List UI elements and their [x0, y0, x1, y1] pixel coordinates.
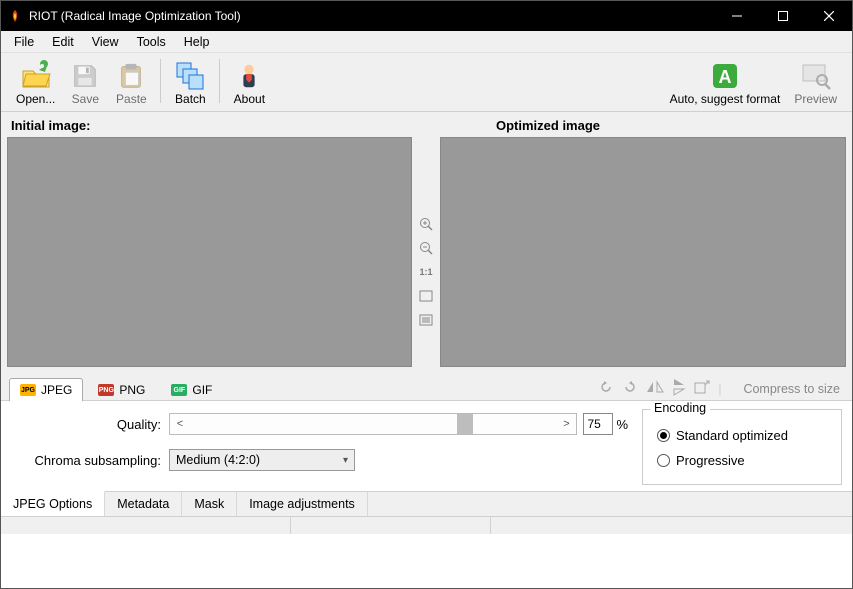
image-panes: Initial image: Optimized image 1:1	[1, 112, 852, 373]
quality-label: Quality:	[11, 417, 169, 432]
zoom-actual-button[interactable]: 1:1	[417, 263, 435, 281]
menu-view[interactable]: View	[83, 33, 128, 51]
batch-icon	[174, 60, 206, 92]
tab-gif[interactable]: GIF GIF	[160, 378, 223, 401]
menubar: File Edit View Tools Help	[1, 31, 852, 53]
standard-label: Standard optimized	[676, 428, 788, 443]
toolbar-separator	[219, 59, 220, 103]
preview-button[interactable]: Preview	[787, 57, 844, 109]
radio-icon	[657, 454, 670, 467]
fit-window-button[interactable]	[417, 287, 435, 305]
encoding-legend: Encoding	[650, 401, 710, 415]
png-icon: PNG	[98, 384, 114, 396]
window-title: RIOT (Radical Image Optimization Tool)	[29, 9, 714, 23]
zoom-out-button[interactable]	[417, 239, 435, 257]
rotate-cw-icon[interactable]	[622, 379, 638, 398]
radio-standard[interactable]: Standard optimized	[657, 428, 827, 443]
status-cell-3	[491, 517, 852, 534]
gif-icon: GIF	[171, 384, 187, 396]
paste-icon	[115, 60, 147, 92]
statusbar	[1, 516, 852, 534]
about-icon	[233, 60, 265, 92]
chroma-value: Medium (4:2:0)	[176, 453, 260, 467]
batch-button[interactable]: Batch	[167, 57, 213, 109]
maximize-button[interactable]	[760, 1, 806, 31]
initial-image-label: Initial image:	[11, 118, 416, 133]
resize-icon[interactable]	[694, 380, 710, 397]
slider-left-arrow[interactable]: <	[170, 418, 190, 430]
tab-mask[interactable]: Mask	[182, 492, 237, 516]
radio-progressive[interactable]: Progressive	[657, 453, 827, 468]
tab-jpeg[interactable]: JPG JPEG	[9, 378, 83, 401]
open-folder-icon	[20, 60, 52, 92]
about-label: About	[234, 92, 265, 106]
batch-label: Batch	[175, 92, 206, 106]
auto-label: Auto, suggest format	[670, 92, 781, 106]
save-label: Save	[72, 92, 99, 106]
fit-image-button[interactable]	[417, 311, 435, 329]
open-button[interactable]: Open...	[9, 57, 62, 109]
preview-label: Preview	[794, 92, 837, 106]
status-cell-2	[291, 517, 491, 534]
quality-input[interactable]	[583, 413, 613, 435]
save-button[interactable]: Save	[62, 57, 108, 109]
toolbar: Open... Save Paste Batch About A Auto, s…	[1, 53, 852, 112]
menu-help[interactable]: Help	[175, 33, 219, 51]
rotate-ccw-icon[interactable]	[598, 379, 614, 398]
paste-button[interactable]: Paste	[108, 57, 154, 109]
tab-jpeg-options[interactable]: JPEG Options	[1, 491, 105, 516]
progressive-label: Progressive	[676, 453, 745, 468]
paste-label: Paste	[116, 92, 147, 106]
bottom-tabs: JPEG Options Metadata Mask Image adjustm…	[1, 491, 852, 516]
slider-thumb[interactable]	[457, 414, 473, 434]
slider-right-arrow[interactable]: >	[556, 418, 576, 430]
minimize-button[interactable]	[714, 1, 760, 31]
titlebar: RIOT (Radical Image Optimization Tool)	[1, 1, 852, 31]
options-panel: Quality: < > % Chroma subsampling: Mediu…	[1, 401, 852, 491]
app-icon	[7, 8, 23, 24]
jpeg-icon: JPG	[20, 384, 36, 396]
menu-tools[interactable]: Tools	[128, 33, 175, 51]
tab-png[interactable]: PNG PNG	[87, 378, 156, 401]
status-cell-1	[1, 517, 291, 534]
auto-suggest-button[interactable]: A Auto, suggest format	[663, 57, 788, 109]
open-label: Open...	[16, 92, 55, 106]
chroma-label: Chroma subsampling:	[11, 453, 169, 468]
tab-png-label: PNG	[119, 383, 145, 397]
tab-image-adjustments[interactable]: Image adjustments	[237, 492, 368, 516]
toolbar-separator	[160, 59, 161, 103]
tab-metadata[interactable]: Metadata	[105, 492, 182, 516]
auto-icon: A	[709, 60, 741, 92]
svg-text:A: A	[718, 67, 731, 87]
initial-image-pane	[7, 137, 412, 367]
compress-to-size-link[interactable]: Compress to size	[743, 382, 840, 396]
optimized-image-label: Optimized image	[416, 118, 842, 133]
preview-icon	[800, 60, 832, 92]
save-icon	[69, 60, 101, 92]
percent-label: %	[616, 417, 628, 432]
quality-slider[interactable]: < >	[169, 413, 577, 435]
chevron-down-icon: ▾	[343, 455, 348, 466]
menu-file[interactable]: File	[5, 33, 43, 51]
menu-edit[interactable]: Edit	[43, 33, 83, 51]
format-tabs: JPG JPEG PNG PNG GIF GIF | Compress to s…	[1, 373, 852, 401]
close-button[interactable]	[806, 1, 852, 31]
optimized-image-pane	[440, 137, 846, 367]
tab-jpeg-label: JPEG	[41, 383, 72, 397]
tab-gif-label: GIF	[192, 383, 212, 397]
flip-v-icon[interactable]	[672, 378, 686, 399]
chroma-select[interactable]: Medium (4:2:0) ▾	[169, 449, 355, 471]
zoom-tools: 1:1	[412, 137, 440, 367]
about-button[interactable]: About	[226, 57, 272, 109]
flip-h-icon[interactable]	[646, 380, 664, 397]
encoding-group: Encoding Standard optimized Progressive	[642, 409, 842, 485]
radio-icon	[657, 429, 670, 442]
zoom-in-button[interactable]	[417, 215, 435, 233]
